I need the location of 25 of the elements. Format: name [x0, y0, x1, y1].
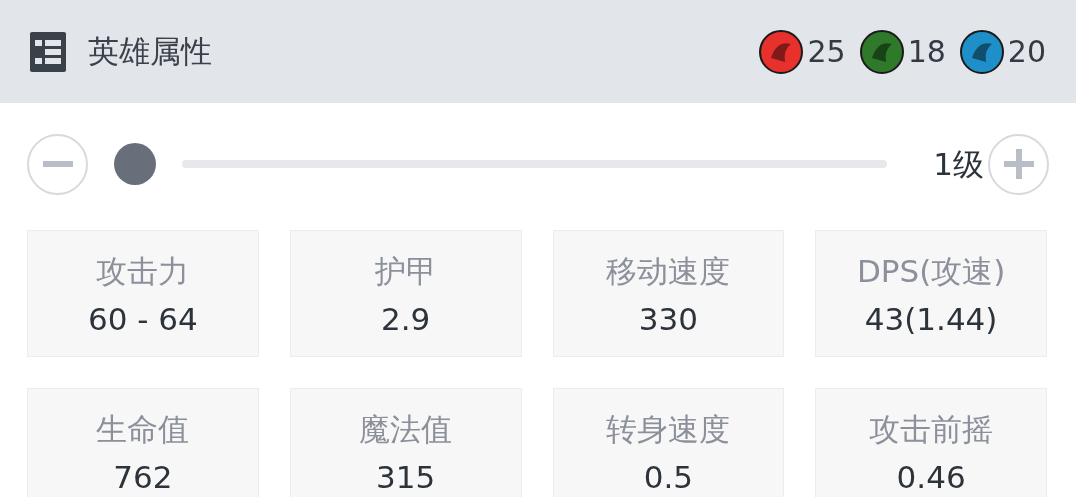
stat-label: DPS(攻速)	[856, 252, 1006, 291]
level-reading: 1级	[933, 144, 984, 184]
stat-label: 转身速度	[606, 410, 731, 449]
attribute-value: 20	[1007, 33, 1046, 71]
attribute-value: 25	[807, 33, 846, 71]
list-icon	[30, 31, 66, 72]
attribute-value: 18	[907, 33, 946, 71]
stat-label: 攻击前摇	[869, 410, 994, 449]
plus-icon	[1003, 149, 1034, 179]
stat-value: 762	[113, 458, 173, 497]
stat-value: 60 - 64	[87, 300, 198, 339]
slider-thumb[interactable]	[114, 143, 156, 185]
section-title: 英雄属性	[88, 32, 212, 72]
stat-label: 攻击力	[96, 252, 190, 291]
stat-value: 0.46	[896, 458, 966, 497]
stat-value: 315	[376, 458, 436, 497]
stat-label: 生命值	[96, 410, 190, 449]
stat-value: 43(1.44)	[864, 300, 998, 339]
stat-value: 2.9	[380, 300, 431, 339]
stat-label: 移动速度	[606, 252, 731, 291]
stat-label: 护甲	[374, 252, 437, 291]
stat-label: 魔法值	[359, 410, 453, 449]
stat-value: 0.5	[643, 458, 694, 497]
minus-icon	[42, 161, 73, 167]
stat-value: 330	[638, 300, 698, 339]
